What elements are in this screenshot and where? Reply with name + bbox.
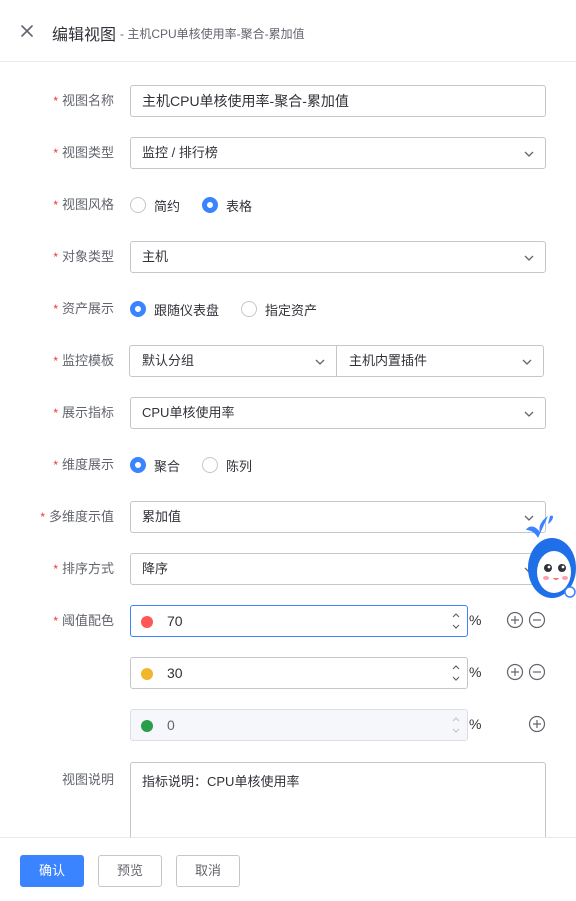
radio-label: 表格	[226, 198, 253, 214]
multi-dim-value-select[interactable]: 累加值	[130, 501, 546, 533]
radio-checked-icon	[130, 457, 146, 473]
radio-label: 简约	[154, 198, 181, 214]
display-metric-select[interactable]: CPU单核使用率	[130, 397, 546, 429]
threshold-row: 0 %	[0, 709, 576, 741]
stepper-icon	[452, 717, 460, 733]
monitor-template-label: * 监控模板	[53, 353, 114, 368]
dimension-display-radio-group: 聚合 陈列	[130, 449, 274, 481]
asset-display-label: * 资产展示	[53, 301, 114, 316]
dialog-header: 编辑视图 - 主机CPU单核使用率-聚合-累加值	[0, 0, 576, 62]
asset-display-row: * 资产展示 跟随仪表盘 指定资产	[0, 293, 576, 325]
threshold-value: 30	[167, 665, 183, 681]
threshold-row: 30 %	[0, 657, 576, 689]
cancel-button[interactable]: 取消	[176, 855, 240, 887]
minus-circle-icon[interactable]	[528, 663, 546, 681]
object-type-label: * 对象类型	[53, 249, 114, 264]
color-swatch-green[interactable]	[141, 720, 153, 732]
display-metric-row: * 展示指标 CPU单核使用率	[0, 397, 576, 429]
radio-checked-icon	[202, 197, 219, 213]
view-style-option-table[interactable]: 表格	[202, 196, 252, 215]
radio-label: 跟随仪表盘	[154, 302, 220, 318]
radio-label: 陈列	[226, 458, 253, 474]
percent-unit: %	[469, 716, 482, 732]
multi-dim-value-value: 累加值	[142, 509, 182, 524]
view-name-row: * 视图名称 主机CPU单核使用率-聚合-累加值	[0, 85, 576, 117]
display-metric-value: CPU单核使用率	[142, 405, 235, 420]
chevron-down-icon	[315, 359, 325, 365]
chevron-down-icon	[524, 151, 534, 157]
radio-unchecked-icon	[202, 457, 219, 473]
dimension-option-list[interactable]: 陈列	[202, 456, 252, 475]
object-type-value: 主机	[142, 249, 169, 264]
dimension-display-row: * 维度展示 聚合 陈列	[0, 449, 576, 481]
view-name-label: * 视图名称	[53, 93, 114, 108]
chevron-down-icon	[524, 255, 534, 261]
preview-button[interactable]: 预览	[98, 855, 162, 887]
asset-display-option-follow[interactable]: 跟随仪表盘	[130, 300, 219, 319]
threshold-value: 0	[167, 717, 175, 733]
radio-label: 聚合	[154, 458, 181, 474]
dialog-title: 编辑视图	[52, 27, 117, 44]
dialog-footer: 确认 预览 取消	[0, 837, 576, 901]
radio-label: 指定资产	[265, 302, 318, 318]
view-type-select[interactable]: 监控 / 排行榜	[130, 137, 546, 169]
percent-unit: %	[469, 664, 482, 680]
object-type-row: * 对象类型 主机	[0, 241, 576, 273]
multi-dim-value-label: * 多维度示值	[40, 509, 114, 524]
template-plugin-value: 主机内置插件	[349, 353, 428, 368]
template-plugin-select[interactable]: 主机内置插件	[336, 345, 544, 377]
view-style-radio-group: 简约 表格	[130, 189, 274, 221]
color-swatch-yellow[interactable]	[141, 668, 153, 680]
radio-unchecked-icon	[241, 301, 258, 317]
plus-circle-icon[interactable]	[528, 715, 546, 733]
dimension-option-aggregate[interactable]: 聚合	[130, 456, 180, 475]
confirm-button[interactable]: 确认	[20, 855, 84, 887]
view-type-row: * 视图类型 监控 / 排行榜	[0, 137, 576, 169]
stepper-icon[interactable]	[449, 609, 463, 633]
threshold-row: * 阈值配色 70 %	[0, 605, 576, 637]
threshold-input-2[interactable]: 30	[130, 657, 468, 689]
sort-order-select[interactable]: 降序	[130, 553, 546, 585]
view-style-row: * 视图风格 简约 表格	[0, 189, 576, 221]
minus-circle-icon[interactable]	[528, 611, 546, 629]
chevron-down-icon	[522, 359, 532, 365]
template-group-select[interactable]: 默认分组	[129, 345, 337, 377]
plus-circle-icon[interactable]	[506, 663, 524, 681]
radio-checked-icon	[130, 301, 146, 317]
asset-display-option-specify[interactable]: 指定资产	[241, 300, 317, 319]
close-icon[interactable]	[16, 20, 38, 42]
threshold-input-1[interactable]: 70	[130, 605, 468, 637]
percent-unit: %	[469, 612, 482, 628]
view-name-input[interactable]: 主机CPU单核使用率-聚合-累加值	[130, 85, 546, 117]
dimension-display-label: * 维度展示	[53, 457, 114, 472]
mascot-icon[interactable]	[520, 512, 576, 600]
view-type-label: * 视图类型	[53, 145, 114, 160]
chevron-down-icon	[524, 411, 534, 417]
threshold-input-3[interactable]: 0	[130, 709, 468, 741]
template-group-value: 默认分组	[142, 353, 195, 368]
monitor-template-row: * 监控模板 默认分组 主机内置插件	[0, 345, 576, 377]
radio-unchecked-icon	[130, 197, 146, 213]
threshold-value: 70	[167, 613, 183, 629]
threshold-label: * 阈值配色	[53, 613, 114, 628]
description-label: 视图说明	[61, 772, 114, 787]
display-metric-label: * 展示指标	[53, 405, 114, 420]
plus-circle-icon[interactable]	[506, 611, 524, 629]
color-swatch-red[interactable]	[141, 616, 153, 628]
sort-order-value: 降序	[142, 561, 169, 576]
view-style-option-simple[interactable]: 简约	[130, 196, 180, 215]
sort-order-row: * 排序方式 降序	[0, 553, 576, 585]
stepper-icon[interactable]	[449, 661, 463, 685]
view-type-value: 监控 / 排行榜	[142, 145, 218, 160]
asset-display-radio-group: 跟随仪表盘 指定资产	[130, 293, 339, 325]
dialog-subtitle: - 主机CPU单核使用率-聚合-累加值	[120, 27, 305, 41]
multi-dim-value-row: * 多维度示值 累加值	[0, 501, 576, 533]
sort-order-label: * 排序方式	[53, 561, 114, 576]
view-style-label: * 视图风格	[53, 197, 114, 212]
object-type-select[interactable]: 主机	[130, 241, 546, 273]
